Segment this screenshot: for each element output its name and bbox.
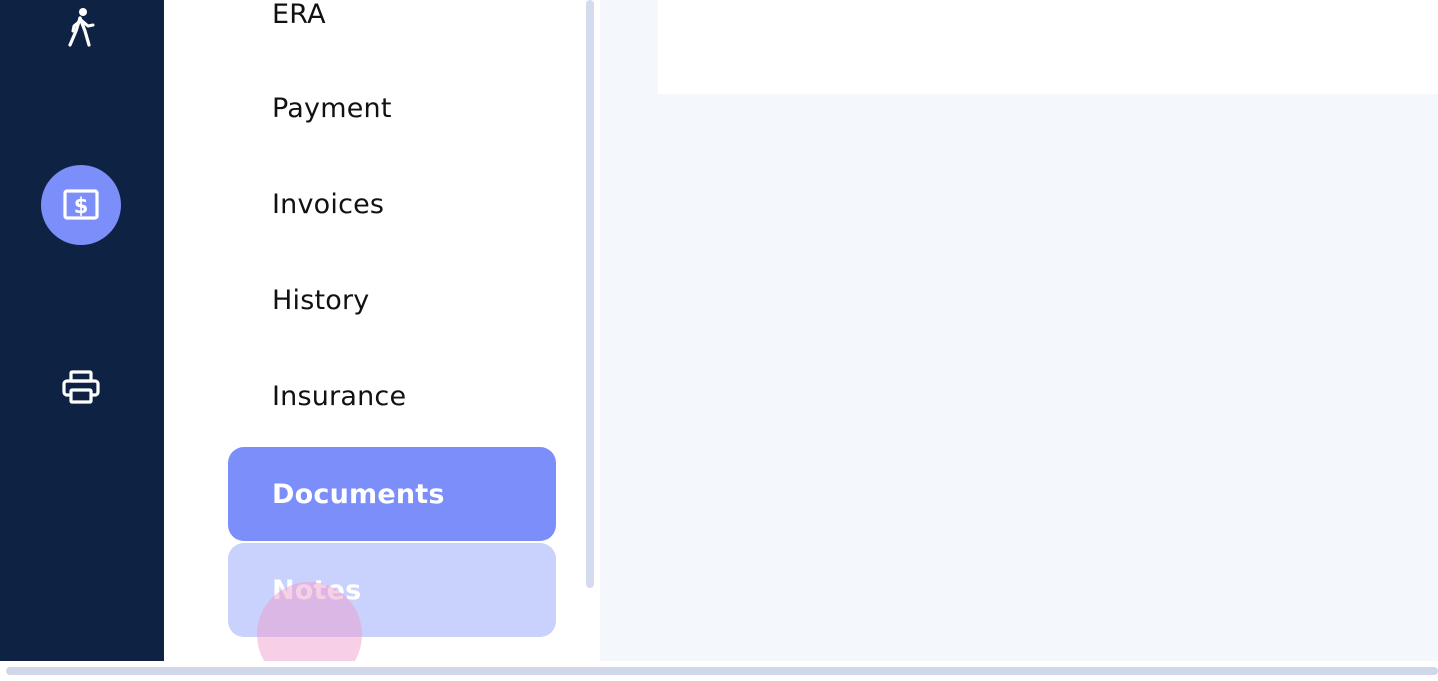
menu-item-label: Insurance bbox=[272, 380, 407, 412]
menu-item-label: Invoices bbox=[272, 188, 385, 220]
svg-text:$: $ bbox=[74, 194, 89, 218]
menu-item-label: ERA bbox=[272, 0, 326, 30]
billing-submenu: ERA Payment Invoices History Insurance D… bbox=[164, 0, 600, 681]
walking-person-icon bbox=[66, 7, 96, 47]
horizontal-scroll-track bbox=[0, 661, 1438, 681]
content-header-panel bbox=[658, 0, 1438, 94]
rail-button-walkin[interactable] bbox=[41, 0, 121, 67]
rail-button-billing[interactable]: $ bbox=[41, 165, 121, 245]
menu-item-label: Documents bbox=[272, 478, 445, 510]
menu-item-documents[interactable]: Documents bbox=[228, 447, 556, 541]
menu-item-history[interactable]: History bbox=[228, 253, 556, 347]
menu-item-label: Payment bbox=[272, 92, 392, 124]
menu-item-invoices[interactable]: Invoices bbox=[228, 157, 556, 251]
menu-item-era[interactable]: ERA bbox=[228, 0, 556, 61]
billing-dollar-icon: $ bbox=[63, 188, 99, 222]
printer-icon bbox=[62, 369, 100, 405]
icon-rail: $ bbox=[0, 0, 164, 661]
content-area bbox=[600, 0, 1438, 661]
menu-item-label: History bbox=[272, 284, 370, 316]
menu-item-insurance[interactable]: Insurance bbox=[228, 349, 556, 443]
app-window: $ ERA Payment Invoices History Insurance… bbox=[0, 0, 1438, 681]
menu-item-payment[interactable]: Payment bbox=[228, 61, 556, 155]
rail-button-print[interactable] bbox=[41, 347, 121, 427]
horizontal-scrollbar[interactable] bbox=[6, 667, 1438, 675]
submenu-scrollbar[interactable] bbox=[586, 0, 594, 588]
